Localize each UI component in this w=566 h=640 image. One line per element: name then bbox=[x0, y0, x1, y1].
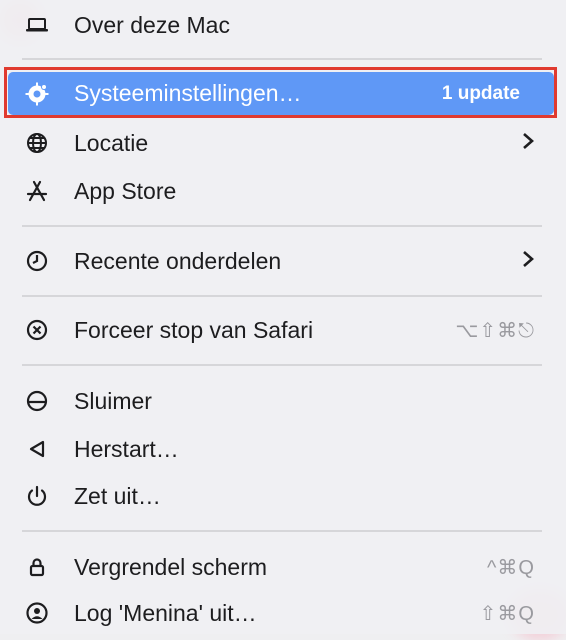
chevron-right-icon bbox=[521, 130, 535, 157]
menu-item-location[interactable]: Locatie bbox=[8, 120, 553, 166]
focus-highlight bbox=[4, 67, 557, 118]
menu-item-recent-items[interactable]: Recente onderdelen bbox=[8, 238, 553, 284]
sleep-icon bbox=[22, 386, 52, 416]
menu-item-label: Herstart… bbox=[74, 435, 179, 462]
menu-item-label: Over deze Mac bbox=[74, 11, 230, 38]
menu-item-about[interactable]: Over deze Mac bbox=[8, 2, 553, 48]
chevron-right-icon bbox=[521, 248, 535, 275]
clock-icon bbox=[22, 246, 52, 276]
menu-item-log-out[interactable]: Log 'Menina' uit… ⇧⌘Q bbox=[8, 590, 553, 636]
keyboard-shortcut: ⌥⇧⌘⎋ bbox=[455, 319, 535, 342]
app-store-icon bbox=[22, 176, 52, 206]
lock-icon bbox=[22, 552, 52, 582]
globe-icon bbox=[22, 128, 52, 158]
menu-item-label: Locatie bbox=[74, 129, 149, 156]
menu-item-app-store[interactable]: App Store bbox=[8, 168, 553, 214]
menu-item-label: Recente onderdelen bbox=[74, 247, 282, 274]
keyboard-shortcut: ^⌘Q bbox=[487, 556, 535, 579]
menu-item-label: App Store bbox=[74, 177, 177, 204]
separator bbox=[22, 58, 542, 60]
menu-item-label: Sluimer bbox=[74, 387, 152, 414]
separator bbox=[22, 364, 542, 366]
menu-item-sleep[interactable]: Sluimer bbox=[8, 378, 553, 424]
separator bbox=[22, 295, 542, 297]
user-icon bbox=[22, 598, 52, 628]
menu-item-label: Zet uit… bbox=[74, 482, 161, 509]
keyboard-shortcut: ⇧⌘Q bbox=[479, 602, 535, 625]
menu-item-label: Vergrendel scherm bbox=[74, 553, 268, 580]
force-quit-icon bbox=[22, 315, 52, 345]
power-icon bbox=[22, 481, 52, 511]
menu-item-force-quit[interactable]: Forceer stop van Safari ⌥⇧⌘⎋ bbox=[8, 307, 553, 353]
menu-item-restart[interactable]: Herstart… bbox=[8, 426, 553, 472]
separator bbox=[22, 225, 542, 227]
menu-item-shut-down[interactable]: Zet uit… bbox=[8, 473, 553, 519]
menu-item-lock-screen[interactable]: Vergrendel scherm ^⌘Q bbox=[8, 544, 553, 590]
laptop-icon bbox=[22, 10, 52, 40]
menu-item-label: Forceer stop van Safari bbox=[74, 316, 314, 343]
apple-menu: Over deze Mac Systeeminstellingen… 1 upd… bbox=[0, 0, 566, 634]
menu-item-label: Log 'Menina' uit… bbox=[74, 599, 257, 626]
separator bbox=[22, 530, 542, 532]
restart-icon bbox=[22, 434, 52, 464]
